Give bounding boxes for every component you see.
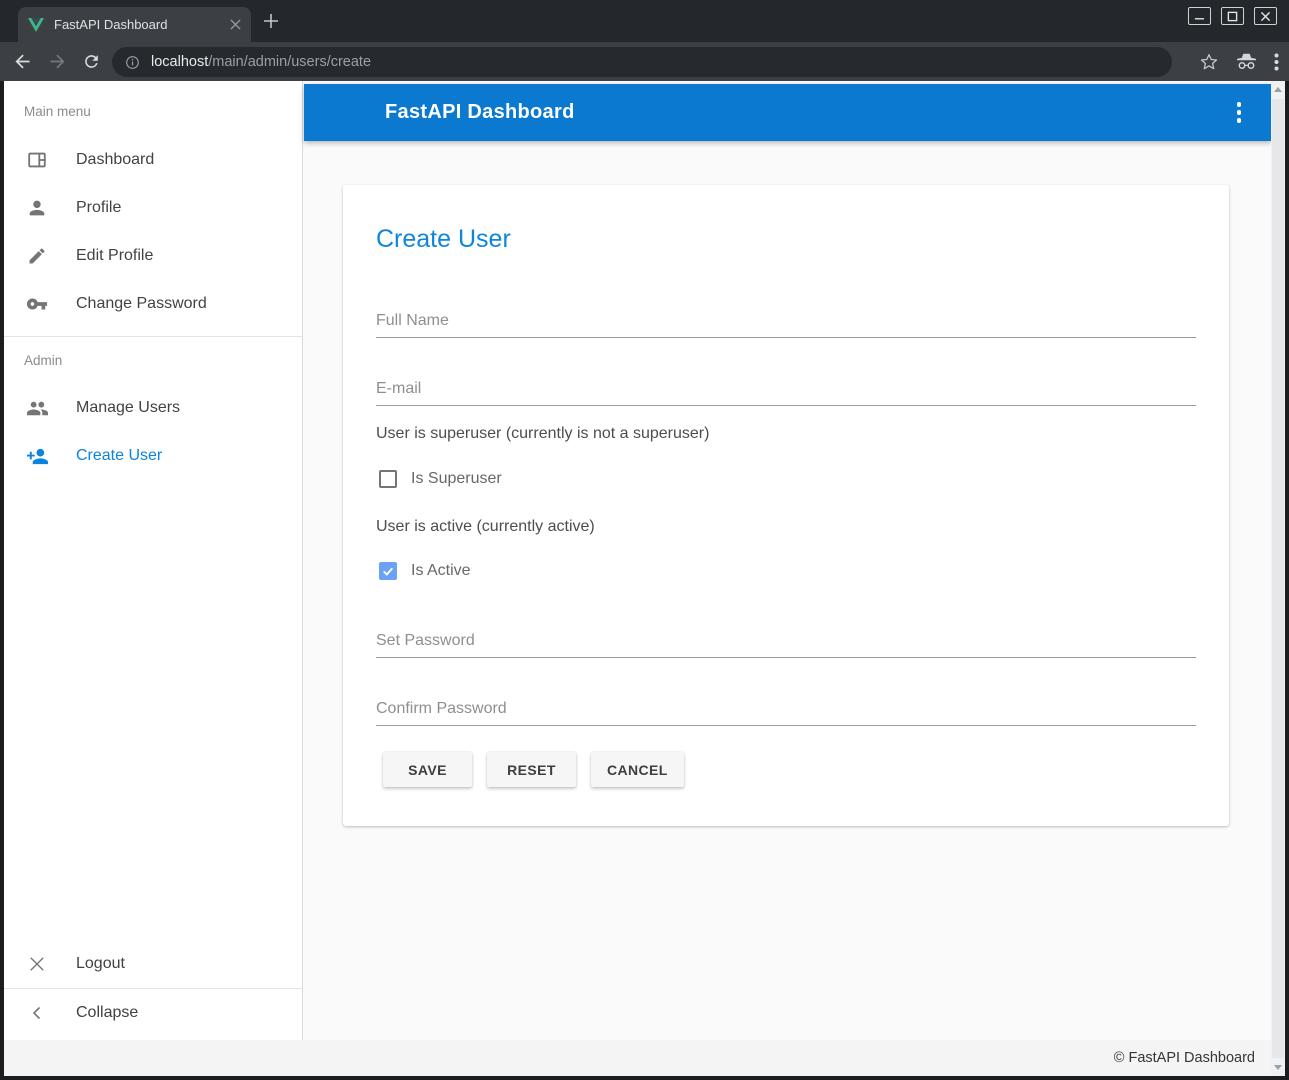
sidebar-section-main-menu: Main menu xyxy=(24,104,282,119)
new-tab-button[interactable] xyxy=(262,12,280,30)
browser-tab[interactable]: FastAPI Dashboard xyxy=(18,7,251,42)
save-button[interactable]: SAVE xyxy=(383,752,472,787)
reload-button[interactable] xyxy=(82,52,101,71)
page-info-icon[interactable] xyxy=(124,54,141,71)
forward-button[interactable] xyxy=(47,51,68,72)
close-icon xyxy=(25,952,49,976)
sidebar-item-logout[interactable]: Logout xyxy=(4,940,302,988)
is-superuser-checkbox[interactable] xyxy=(379,470,397,488)
email-input[interactable] xyxy=(376,373,1196,406)
dashboard-icon xyxy=(25,148,49,172)
chevron-left-icon xyxy=(25,1001,49,1025)
url-host: localhost xyxy=(151,54,208,70)
address-bar[interactable]: localhost/main/admin/users/create xyxy=(112,47,1172,77)
group-icon xyxy=(25,396,49,420)
appbar: FastAPI Dashboard xyxy=(304,84,1271,141)
sidebar-item-manage-users[interactable]: Manage Users xyxy=(4,384,302,432)
cancel-button[interactable]: CANCEL xyxy=(591,752,684,787)
close-window-button[interactable] xyxy=(1254,7,1277,25)
sidebar-item-profile[interactable]: Profile xyxy=(4,184,302,232)
scrollbar-down-arrow[interactable] xyxy=(1274,1065,1282,1070)
create-user-card: Create User User is superuser (currently… xyxy=(343,185,1229,826)
set-password-field-wrap xyxy=(376,625,1196,658)
appbar-title: FastAPI Dashboard xyxy=(385,101,575,124)
reset-button[interactable]: RESET xyxy=(487,752,576,787)
person-add-icon xyxy=(25,444,49,468)
sidebar: Main menu Dashboard Profile Edit Profile… xyxy=(4,81,303,1040)
url-path: /main/admin/users/create xyxy=(208,54,371,70)
superuser-hint: User is superuser (currently is not a su… xyxy=(376,425,709,443)
vue-favicon-icon xyxy=(28,18,44,32)
full-name-field-wrap xyxy=(376,305,1196,338)
browser-menu-kebab-icon[interactable] xyxy=(1274,53,1279,71)
sidebar-item-collapse[interactable]: Collapse xyxy=(4,989,302,1037)
minimize-button[interactable] xyxy=(1188,7,1211,25)
sidebar-item-change-password[interactable]: Change Password xyxy=(4,280,302,328)
page-title: Create User xyxy=(376,225,511,254)
scrollbar-up-arrow[interactable] xyxy=(1274,87,1282,92)
footer: © FastAPI Dashboard xyxy=(4,1040,1285,1076)
sidebar-divider xyxy=(4,336,302,337)
is-superuser-checkbox-row[interactable]: Is Superuser xyxy=(379,470,502,488)
is-active-checkbox[interactable] xyxy=(379,562,397,580)
sidebar-item-edit-profile[interactable]: Edit Profile xyxy=(4,232,302,280)
full-name-input[interactable] xyxy=(376,305,1196,338)
key-icon xyxy=(25,292,49,316)
appbar-kebab-menu-icon[interactable] xyxy=(1237,102,1242,123)
edit-icon xyxy=(25,244,49,268)
sidebar-item-dashboard[interactable]: Dashboard xyxy=(4,136,302,184)
active-hint: User is active (currently active) xyxy=(376,518,595,536)
back-button[interactable] xyxy=(12,51,33,72)
confirm-password-input[interactable] xyxy=(376,693,1196,726)
page-scrollbar[interactable] xyxy=(1271,81,1285,1076)
email-field-wrap xyxy=(376,373,1196,406)
page: Main menu Dashboard Profile Edit Profile… xyxy=(4,81,1285,1076)
tab-close-icon[interactable] xyxy=(230,19,241,30)
scrollbar-thumb[interactable] xyxy=(1272,99,1284,1058)
form-buttons: SAVE RESET CANCEL xyxy=(383,752,684,787)
window-controls xyxy=(1188,7,1277,25)
browser-titlebar: FastAPI Dashboard xyxy=(0,0,1289,42)
bookmark-star-icon[interactable] xyxy=(1199,52,1219,72)
copyright-text: © FastAPI Dashboard xyxy=(1114,1050,1255,1066)
confirm-password-field-wrap xyxy=(376,693,1196,726)
is-active-checkbox-row[interactable]: Is Active xyxy=(379,562,471,580)
incognito-icon xyxy=(1235,52,1258,71)
set-password-input[interactable] xyxy=(376,625,1196,658)
tab-title: FastAPI Dashboard xyxy=(54,17,230,32)
sidebar-section-admin: Admin xyxy=(24,353,282,368)
sidebar-item-create-user[interactable]: Create User xyxy=(4,432,302,480)
person-icon xyxy=(25,196,49,220)
maximize-button[interactable] xyxy=(1221,7,1244,25)
hamburger-menu-icon[interactable] xyxy=(337,105,357,120)
